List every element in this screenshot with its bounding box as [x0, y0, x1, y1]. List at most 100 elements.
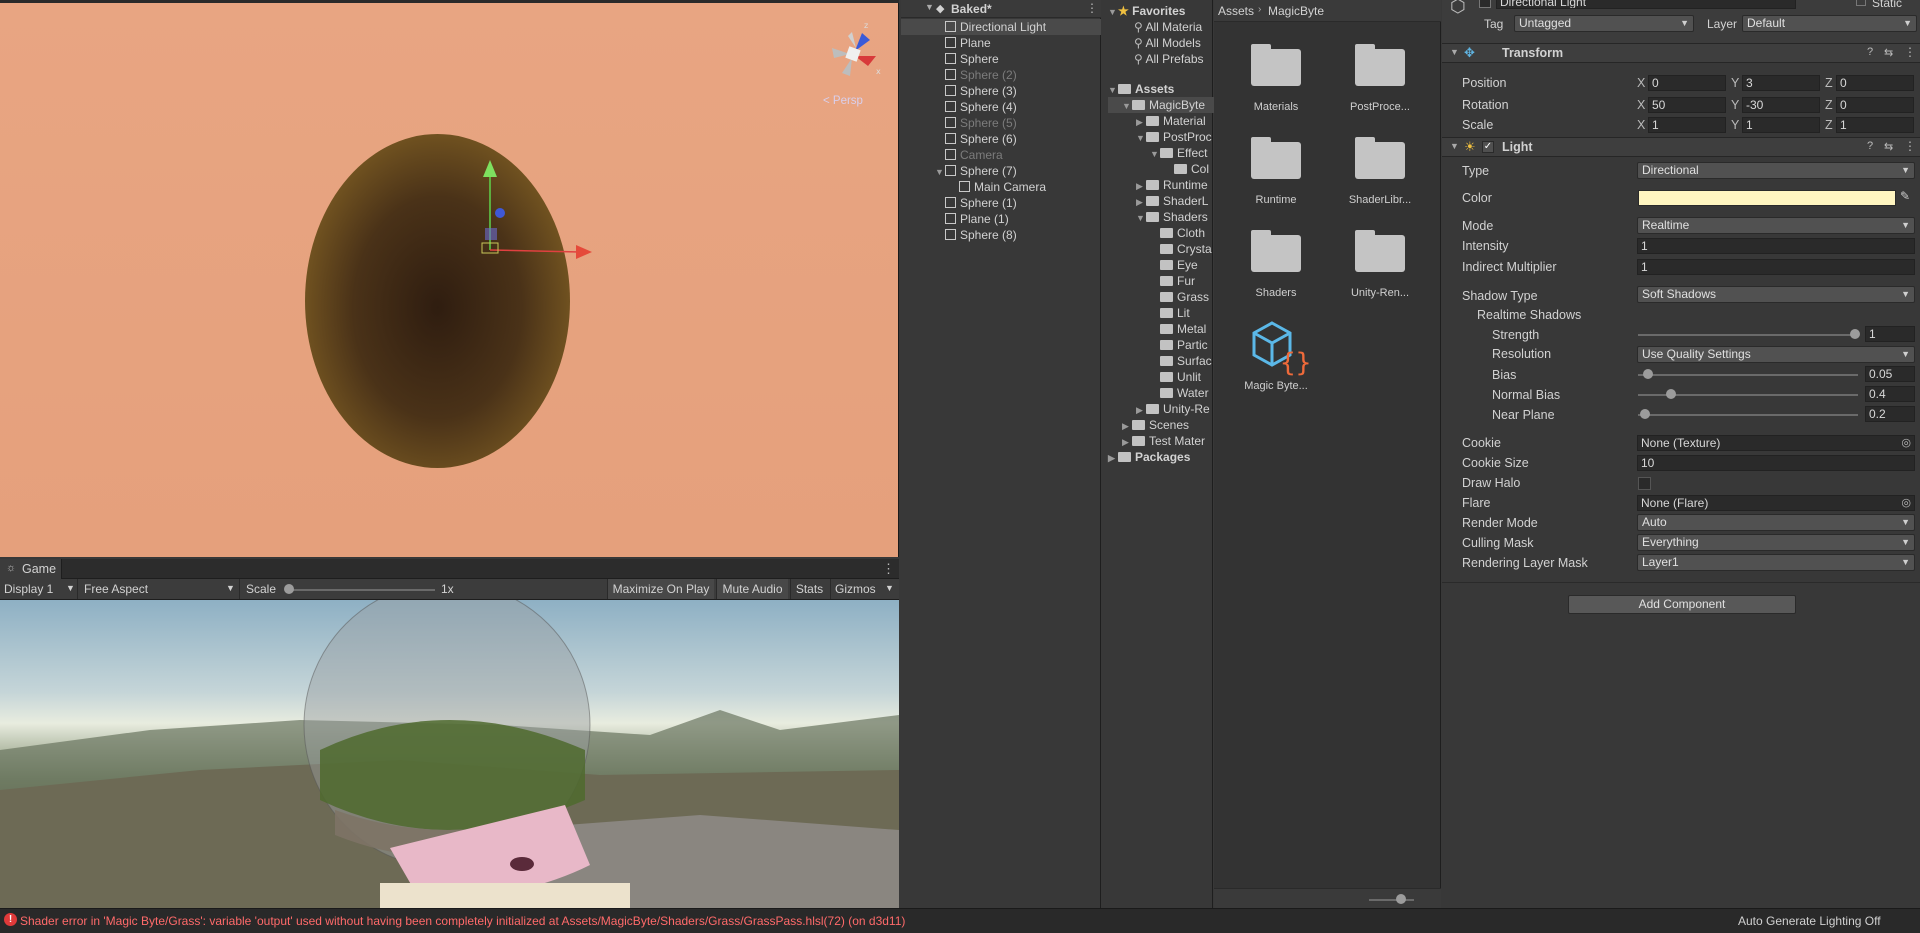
scene-view[interactable]: z x < Persp	[0, 0, 899, 557]
hierarchy-item[interactable]: Sphere (1)	[935, 195, 1017, 211]
favorite-item[interactable]: ⚲ All Materia	[1134, 19, 1202, 35]
expand-arrow-icon[interactable]: ▶	[1136, 178, 1146, 194]
favorite-item[interactable]: ⚲ All Models	[1134, 35, 1201, 51]
strength-field[interactable]: 1	[1865, 326, 1915, 342]
kebab-menu-icon[interactable]: ⋮	[1904, 45, 1916, 59]
project-tree-item[interactable]: ▼ Shaders	[1136, 209, 1208, 225]
console-error-message[interactable]: Shader error in 'Magic Byte/Grass': vari…	[20, 914, 905, 928]
expand-arrow-icon[interactable]: ▼	[925, 2, 934, 12]
hierarchy-scene-header[interactable]: ◆ ▼ Baked* ⋮	[901, 0, 1101, 18]
transform-scale-x-field[interactable]: 1	[1648, 117, 1726, 133]
cookie-size-field[interactable]: 10	[1637, 455, 1915, 471]
assets-header[interactable]: ▼ Assets	[1108, 81, 1174, 97]
project-tree-item[interactable]: ▶ Unity-Re	[1136, 401, 1210, 417]
project-tree-item[interactable]: ▼ MagicByte	[1108, 97, 1219, 113]
project-tree-item[interactable]: ▶ Packages	[1108, 449, 1190, 465]
transform-position-z-field[interactable]: 0	[1836, 75, 1914, 91]
bias-field[interactable]: 0.05	[1865, 366, 1915, 382]
icon-size-knob[interactable]	[1396, 894, 1406, 904]
expand-arrow-icon[interactable]: ▼	[1122, 98, 1132, 114]
transform-rotation-z-field[interactable]: 0	[1836, 97, 1914, 113]
near-plane-field[interactable]: 0.2	[1865, 406, 1915, 422]
axis-label[interactable]: Y	[1731, 98, 1739, 112]
project-asset-item[interactable]: ShaderLibr...	[1330, 133, 1430, 218]
transform-scale-y-field[interactable]: 1	[1742, 117, 1820, 133]
hierarchy-item[interactable]: Sphere	[935, 51, 999, 67]
strength-slider-knob[interactable]	[1850, 329, 1860, 339]
eyedropper-icon[interactable]: ✎	[1900, 189, 1910, 203]
flare-field[interactable]: None (Flare) ◎	[1637, 495, 1915, 511]
project-tree-item[interactable]: ▼ PostProc	[1136, 129, 1212, 145]
orientation-gizmo[interactable]: z x	[820, 18, 890, 88]
hierarchy-item[interactable]: Sphere (6)	[935, 131, 1017, 147]
preset-icon[interactable]: ⇆	[1884, 46, 1893, 59]
static-checkbox[interactable]	[1856, 0, 1866, 6]
normal-bias-field[interactable]: 0.4	[1865, 386, 1915, 402]
expand-arrow-icon[interactable]: ▶	[1136, 114, 1146, 130]
project-tree-item[interactable]: ▶ ShaderL	[1136, 193, 1208, 209]
stats-button[interactable]: Stats	[790, 579, 828, 599]
axis-label[interactable]: Y	[1731, 118, 1739, 132]
kebab-menu-icon[interactable]: ⋮	[1904, 139, 1916, 153]
axis-label[interactable]: Z	[1825, 76, 1833, 90]
expand-arrow-icon[interactable]: ▼	[1136, 210, 1146, 226]
hierarchy-item[interactable]: Plane	[935, 35, 991, 51]
expand-arrow-icon[interactable]: ▶	[1108, 450, 1118, 466]
axis-label[interactable]: Y	[1731, 76, 1739, 90]
hierarchy-item[interactable]: Sphere (5)	[935, 115, 1017, 131]
project-asset-item[interactable]: Runtime	[1226, 133, 1326, 218]
indirect-multiplier-field[interactable]: 1	[1637, 259, 1915, 275]
active-checkbox[interactable]	[1479, 0, 1491, 8]
mute-audio-button[interactable]: Mute Audio	[716, 579, 788, 599]
project-tree-item[interactable]: ▶ Scenes	[1122, 417, 1189, 433]
shadow-type-dropdown[interactable]: Soft Shadows ▼	[1637, 286, 1915, 303]
layer-dropdown[interactable]: Default ▼	[1742, 15, 1917, 32]
breadcrumb-magicbyte[interactable]: MagicByte	[1268, 4, 1324, 18]
object-name-field[interactable]: Directional Light	[1496, 0, 1796, 9]
bias-slider-knob[interactable]	[1643, 369, 1653, 379]
light-enabled-checkbox[interactable]: ✓	[1482, 141, 1494, 153]
lighting-status[interactable]: Auto Generate Lighting Off	[1738, 914, 1881, 928]
normal-bias-slider-knob[interactable]	[1666, 389, 1676, 399]
hierarchy-item[interactable]: ▼ Sphere (7)	[935, 163, 1017, 179]
scale-slider-track[interactable]	[290, 589, 435, 591]
transform-position-x-field[interactable]: 0	[1648, 75, 1726, 91]
move-gizmo[interactable]	[470, 155, 600, 265]
project-tree-item[interactable]: Cloth	[1150, 225, 1205, 241]
project-asset-item[interactable]: Shaders	[1226, 226, 1326, 311]
icon-size-slider[interactable]	[1369, 899, 1414, 901]
project-tree-item[interactable]: ▶ Test Mater	[1122, 433, 1205, 449]
hierarchy-item[interactable]: Sphere (3)	[935, 83, 1017, 99]
expand-arrow-icon[interactable]: ▼	[935, 164, 945, 180]
transform-header[interactable]: ▼ ✥ Transform ? ⇆ ⋮	[1442, 43, 1920, 63]
tab-game[interactable]: ☼ Game	[0, 559, 62, 579]
project-asset-item[interactable]: Unity-Ren...	[1330, 226, 1430, 311]
tag-dropdown[interactable]: Untagged ▼	[1514, 15, 1694, 32]
type-dropdown[interactable]: Directional ▼	[1637, 162, 1915, 179]
expand-arrow-icon[interactable]: ▶	[1122, 418, 1132, 434]
near-plane-slider-knob[interactable]	[1640, 409, 1650, 419]
expand-arrow-icon[interactable]: ▼	[1150, 146, 1160, 162]
expand-arrow-icon[interactable]: ▼	[1136, 130, 1146, 146]
axis-label[interactable]: X	[1637, 118, 1645, 132]
help-icon[interactable]: ?	[1867, 46, 1873, 58]
kebab-menu-icon[interactable]: ⋮	[882, 561, 895, 577]
cookie-field[interactable]: None (Texture) ◎	[1637, 435, 1915, 451]
display-dropdown[interactable]: Display 1 ▼	[0, 579, 78, 599]
resolution-dropdown[interactable]: Use Quality Settings ▼	[1637, 346, 1915, 363]
project-tree-item[interactable]: Water	[1150, 385, 1209, 401]
project-asset-item[interactable]: PostProce...	[1330, 40, 1430, 125]
project-tree-item[interactable]: Eye	[1150, 257, 1198, 273]
expand-arrow-icon[interactable]: ▶	[1122, 434, 1132, 450]
hierarchy-item[interactable]: Sphere (2)	[935, 67, 1017, 83]
aspect-dropdown[interactable]: Free Aspect ▼	[80, 579, 240, 599]
project-tree-item[interactable]: Crysta	[1150, 241, 1212, 257]
axis-label[interactable]: X	[1637, 76, 1645, 90]
breadcrumb-assets[interactable]: Assets	[1218, 4, 1254, 18]
persp-label[interactable]: < Persp	[823, 95, 863, 107]
hierarchy-item[interactable]: Plane (1)	[935, 211, 1009, 227]
project-tree-item[interactable]: ▶ Material	[1136, 113, 1206, 129]
hierarchy-item[interactable]: Camera	[935, 147, 1003, 163]
expand-arrow-icon[interactable]: ▶	[1136, 194, 1146, 210]
near-plane-slider-track[interactable]	[1638, 414, 1858, 416]
